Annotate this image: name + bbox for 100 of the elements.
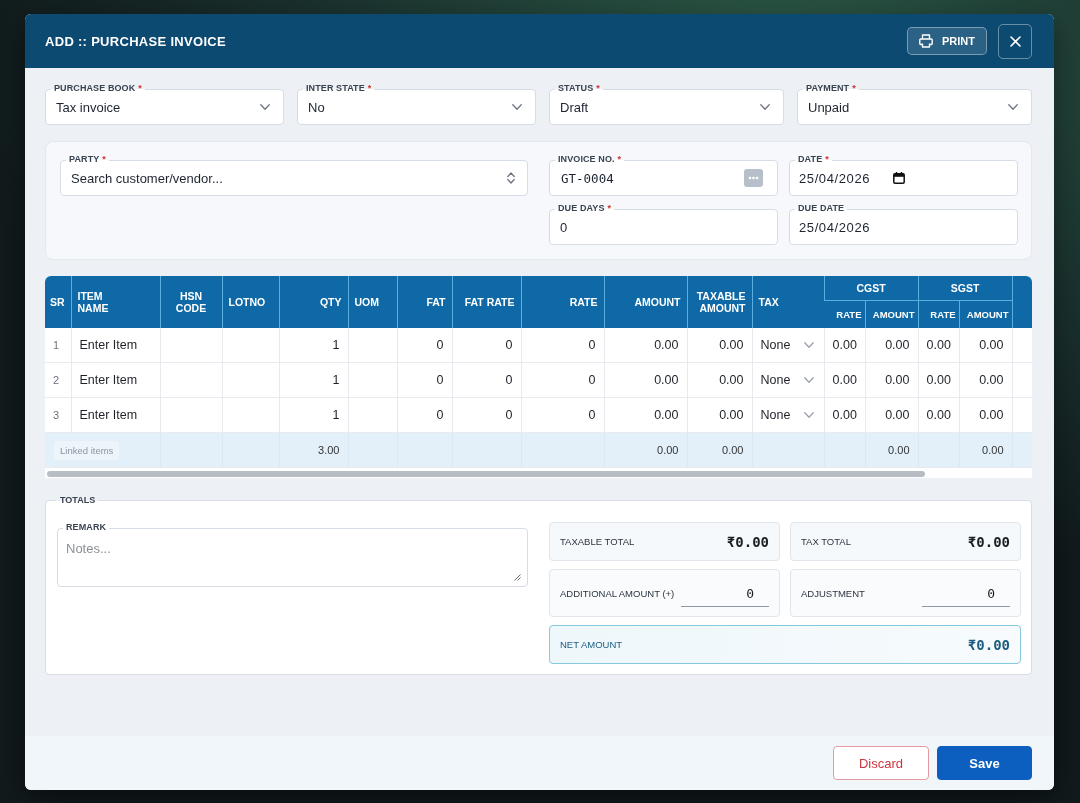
calendar-icon[interactable] — [893, 172, 905, 184]
resize-grip-icon — [514, 574, 521, 581]
caret-icon — [760, 104, 770, 110]
table-cell: Enter Item — [71, 397, 160, 433]
column-header: TAXABLE AMOUNT — [687, 276, 752, 328]
table-cell: 0 — [397, 328, 452, 363]
table-cell: 0 — [452, 328, 521, 363]
table-cell: 0.00 — [865, 328, 918, 363]
total-label: NET AMOUNT — [560, 639, 623, 650]
field-label: INVOICE NO. * — [555, 154, 625, 165]
total-label: TAXABLE TOTAL — [560, 536, 635, 547]
total-value: ₹0.00 — [967, 533, 1010, 550]
column-header: AMOUNT — [865, 300, 918, 328]
close-button[interactable] — [998, 23, 1032, 59]
table-cell: 1 — [279, 397, 348, 433]
close-icon — [1009, 35, 1021, 47]
table-cell: 0.00 — [604, 397, 687, 433]
column-header: ITEM NAME — [71, 276, 160, 328]
save-button[interactable]: Save — [937, 746, 1032, 780]
table-cell: 1 — [279, 328, 348, 363]
total-label: ADJUSTMENT — [801, 587, 865, 599]
column-header: FAT RATE — [452, 276, 521, 328]
field-label: DUE DAYS * — [555, 203, 615, 214]
field-label: PURCHASE BOOK * — [51, 83, 145, 94]
column-header: HSN CODE — [160, 276, 222, 328]
caret-icon — [803, 342, 814, 348]
column-header: UOM — [348, 276, 397, 328]
row-number: 1 — [45, 328, 71, 363]
section-title: TOTALS — [56, 495, 100, 506]
select-field[interactable]: None — [760, 373, 814, 387]
select-field[interactable]: None — [760, 408, 814, 422]
table-cell: Enter Item — [71, 328, 160, 363]
column-header: LOTNO — [222, 276, 279, 328]
table-cell: 0.00 — [959, 328, 1012, 363]
column-header: AMOUNT — [959, 300, 1012, 328]
table-cell: 0.00 — [824, 362, 865, 398]
printer-icon — [919, 34, 933, 48]
caret-icon — [803, 412, 814, 418]
table-cell: 0 — [452, 362, 521, 398]
table-cell: 0 — [397, 397, 452, 433]
column-header: RATE — [824, 300, 865, 328]
table-cell: 0.00 — [687, 328, 752, 363]
table-cell: 0.00 — [918, 397, 959, 433]
table-cell: 0 — [397, 362, 452, 398]
caret-icon — [803, 377, 814, 383]
field-label: DUE DATE — [795, 203, 848, 214]
amount-field[interactable]: 0 — [922, 581, 1010, 607]
total-value: ₹0.00 — [967, 636, 1010, 653]
total-cell: 0.00 — [687, 432, 752, 468]
table-cell: 0.00 — [959, 362, 1012, 398]
table-cell: 0.00 — [918, 362, 959, 398]
table-cell: 0.00 — [918, 328, 959, 363]
table-cell: 0.00 — [687, 362, 752, 398]
table-cell: 0 — [521, 362, 604, 398]
row-number: 3 — [45, 397, 71, 433]
table-cell: 0.00 — [865, 397, 918, 433]
select-field[interactable]: None — [760, 338, 814, 352]
table-cell: 0.00 — [865, 362, 918, 398]
table-cell: 1 — [279, 362, 348, 398]
caret-icon — [260, 104, 270, 110]
column-header: RATE — [521, 276, 604, 328]
amount-field[interactable]: 0 — [681, 581, 769, 607]
column-header: TAX — [752, 276, 824, 328]
table-cell: 0 — [521, 328, 604, 363]
total-cell: 3.00 — [279, 432, 348, 468]
row-number: 2 — [45, 362, 71, 398]
table-cell: 0.00 — [604, 362, 687, 398]
caret-icon — [1008, 104, 1018, 110]
column-header: RATE — [918, 300, 959, 328]
total-cell: 0.00 — [959, 432, 1012, 468]
field-label: INTER STATE * — [303, 83, 375, 94]
field-label: REMARK — [63, 522, 110, 533]
column-header: SGST — [918, 276, 1012, 301]
column-header: AMOUNT — [604, 276, 687, 328]
total-cell: 0.00 — [604, 432, 687, 468]
field-label: PARTY * — [66, 154, 109, 165]
column-header: FAT — [397, 276, 452, 328]
scrollbar-thumb[interactable] — [47, 471, 925, 477]
column-header: QTY — [279, 276, 348, 328]
field-label: PAYMENT * — [803, 83, 859, 94]
table-cell: 0.00 — [824, 328, 865, 363]
column-header: CGST — [824, 276, 918, 301]
table-cell: 0.00 — [687, 397, 752, 433]
total-label: ADDITIONAL AMOUNT (+) — [560, 587, 675, 599]
field-label: DATE * — [795, 154, 832, 165]
column-header: SR — [45, 276, 71, 328]
discard-button[interactable]: Discard — [833, 746, 929, 780]
chevron-updown-icon — [507, 172, 515, 184]
table-cell: 0 — [452, 397, 521, 433]
field-label: STATUS * — [555, 83, 603, 94]
table-cell: 0 — [521, 397, 604, 433]
table-cell: 0.00 — [824, 397, 865, 433]
table-cell: 0.00 — [604, 328, 687, 363]
table-cell: 0.00 — [959, 397, 1012, 433]
table-cell: Enter Item — [71, 362, 160, 398]
caret-icon — [512, 104, 522, 110]
total-label: TAX TOTAL — [801, 536, 851, 547]
dialog-title: ADD :: PURCHASE INVOICE — [45, 33, 227, 49]
total-value: ₹0.00 — [726, 533, 769, 550]
print-button[interactable]: PRINT — [907, 27, 987, 55]
